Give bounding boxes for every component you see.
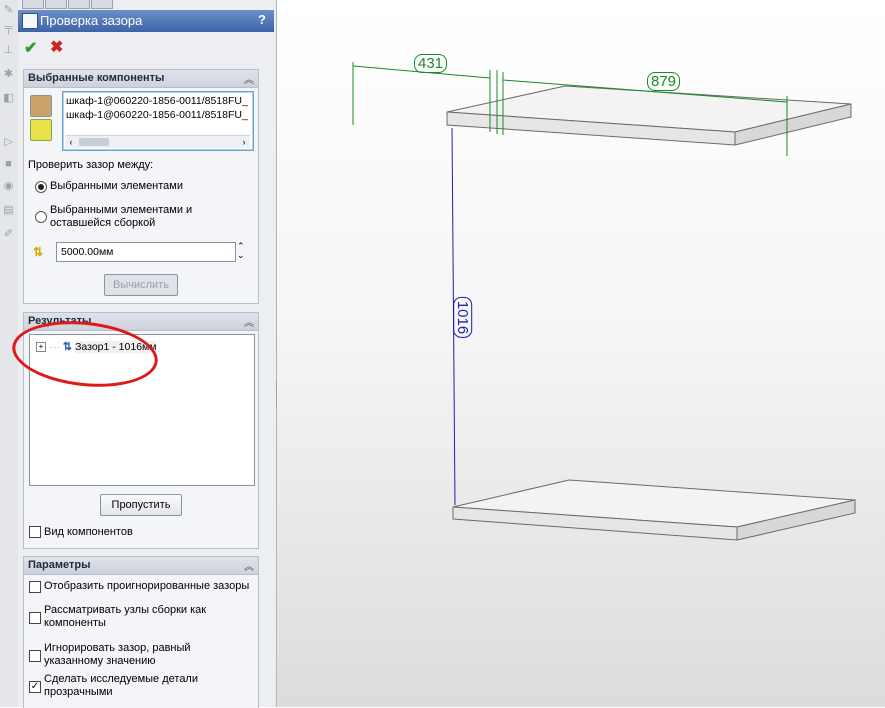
components-selection-icon[interactable] <box>30 95 52 117</box>
horizontal-scrollbar[interactable]: ‹ › <box>65 135 250 148</box>
clearance-icon: ⇅ <box>33 245 44 259</box>
scroll-left-icon[interactable]: ‹ <box>65 136 77 148</box>
tab-property-manager[interactable] <box>45 0 67 9</box>
treat-subassemblies-label: Рассматривать узлы сборки как компоненты <box>44 604 207 629</box>
ok-button[interactable]: ✔ <box>24 38 37 58</box>
scroll-right-icon[interactable]: › <box>238 136 250 148</box>
help-button[interactable]: ? <box>254 12 270 28</box>
dimension-label[interactable]: 431 <box>414 54 448 73</box>
manager-tabs <box>22 0 113 9</box>
bottom-shelf[interactable] <box>452 479 856 541</box>
collapse-icon[interactable]: ︽ <box>244 71 254 86</box>
record-icon[interactable]: ◉ <box>2 180 15 193</box>
top-shelf[interactable] <box>446 85 852 146</box>
panel-titlebar: Проверка зазора ? <box>18 10 274 32</box>
make-transparent-checkbox[interactable]: ✓ <box>29 681 41 693</box>
parameters-group: Параметры ︽ Отобразить проигнорированные… <box>23 556 259 708</box>
skip-button[interactable]: Пропустить <box>100 494 182 516</box>
group-title: Параметры <box>28 559 91 571</box>
sheet-icon[interactable]: ▤ <box>2 204 15 217</box>
selected-components-list[interactable]: шкаф-1@060220-1856-0011/8518FU_ шкаф-1@0… <box>62 91 254 151</box>
make-transparent-label: Сделать исследуемые детали прозрачными <box>44 673 198 698</box>
graphics-viewport[interactable]: 431 879 1016 <box>277 0 885 707</box>
group-title: Выбранные компоненты <box>28 72 165 84</box>
edit-icon[interactable]: ✐ <box>2 228 15 241</box>
ignore-equal-checkbox[interactable] <box>29 650 41 662</box>
clearance-input[interactable]: 5000.00мм <box>56 242 236 262</box>
smart-fastener-icon[interactable]: ✎ <box>2 4 15 17</box>
tab-appearance[interactable] <box>91 0 113 9</box>
group-header[interactable]: Параметры ︽ <box>24 557 258 575</box>
scroll-thumb[interactable] <box>79 138 109 146</box>
view-components-label: Вид компонентов <box>44 526 133 538</box>
model-view-svg <box>352 62 856 541</box>
tab-configuration[interactable] <box>68 0 90 9</box>
show-ignored-checkbox[interactable] <box>29 581 41 593</box>
collapse-icon[interactable]: ︽ <box>244 558 254 573</box>
check-between-label: Проверить зазор между: <box>28 159 154 171</box>
reference-icon[interactable]: ✱ <box>2 68 15 81</box>
view-components-checkbox[interactable] <box>29 526 41 538</box>
play-icon[interactable]: ▷ <box>2 136 15 149</box>
dimension-label[interactable]: 879 <box>647 72 681 91</box>
spin-stepper[interactable]: ⌃ ⌄ <box>237 242 245 260</box>
calculate-button[interactable]: Вычислить <box>104 274 178 296</box>
radio-selected-items[interactable] <box>35 181 47 193</box>
list-item[interactable]: шкаф-1@060220-1856-0011/8518FU_ <box>66 95 252 107</box>
radio-selected-and-rest-label[interactable]: Выбранными элементами и оставшейся сборк… <box>50 204 255 230</box>
axis-icon[interactable]: ⊥ <box>2 44 15 57</box>
stop-icon[interactable]: ■ <box>2 158 15 171</box>
show-ignored-label: Отобразить проигнорированные зазоры <box>44 580 250 592</box>
mate-icon[interactable]: ◧ <box>2 92 15 105</box>
ignore-equal-label: Игнорировать зазор, равный указанному зн… <box>44 642 191 667</box>
explode-icon[interactable]: ╤ <box>2 22 15 35</box>
group-header[interactable]: Выбранные компоненты ︽ <box>24 70 258 88</box>
clearance-check-icon <box>22 13 38 29</box>
treat-subassemblies-checkbox[interactable] <box>29 612 41 624</box>
radio-selected-and-rest[interactable] <box>35 211 47 223</box>
tab-feature-tree[interactable] <box>22 0 44 9</box>
list-item[interactable]: шкаф-1@060220-1856-0011/8518FU_ <box>66 109 252 121</box>
panel-title: Проверка зазора <box>40 13 143 28</box>
part-selection-icon[interactable] <box>30 119 52 141</box>
dimension-label[interactable]: 1016 <box>453 296 473 339</box>
radio-selected-items-label[interactable]: Выбранными элементами <box>50 180 183 192</box>
cancel-button[interactable]: ✖ <box>50 37 63 57</box>
selected-components-group: Выбранные компоненты ︽ шкаф-1@060220-185… <box>23 69 259 304</box>
collapse-icon[interactable]: ︽ <box>244 314 254 329</box>
